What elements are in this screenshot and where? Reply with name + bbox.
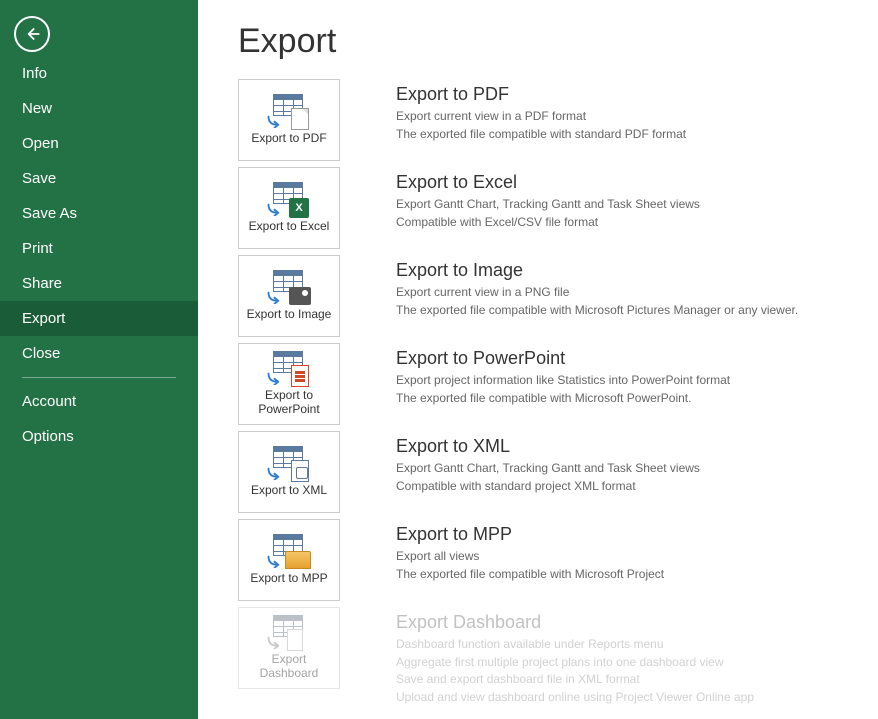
tile-label: Export to PDF [251,132,326,146]
option-detail: Export to MPP Export all views The expor… [396,519,664,583]
nav-new[interactable]: New [0,91,198,126]
nav-export[interactable]: Export [0,301,198,336]
nav-save[interactable]: Save [0,161,198,196]
export-excel-icon: X [267,182,311,218]
nav-print[interactable]: Print [0,231,198,266]
option-line: Dashboard function available under Repor… [396,636,754,653]
nav-open[interactable]: Open [0,126,198,161]
export-mpp-icon [267,534,311,570]
option-title: Export to Image [396,259,798,282]
option-detail: Export to PDF Export current view in a P… [396,79,686,143]
option-detail: Export to PowerPoint Export project info… [396,343,730,407]
tile-label: Export to Image [247,308,332,322]
option-line: Aggregate first multiple project plans i… [396,654,754,671]
nav-info[interactable]: Info [0,56,198,91]
nav-account[interactable]: Account [0,384,198,419]
nav-close[interactable]: Close [0,336,198,371]
option-detail: Export to XML Export Gantt Chart, Tracki… [396,431,700,495]
page-title: Export [238,22,848,61]
export-powerpoint-icon [267,351,311,387]
main-panel: Export Export to PDF Export to PDF Expor… [198,0,878,719]
option-export-powerpoint: Export to PowerPoint Export to PowerPoin… [238,343,848,425]
option-export-excel: X Export to Excel Export to Excel Export… [238,167,848,249]
option-title: Export to PDF [396,83,686,106]
tile-label: Export to XML [251,484,327,498]
option-export-image: Export to Image Export to Image Export c… [238,255,848,337]
tile-label: Export to Excel [249,220,330,234]
option-line: The exported file compatible with Micros… [396,302,798,319]
option-title: Export to PowerPoint [396,347,730,370]
option-line: Upload and view dashboard online using P… [396,689,754,706]
back-arrow-icon [22,24,42,44]
option-line: Save and export dashboard file in XML fo… [396,671,754,688]
option-title: Export to MPP [396,523,664,546]
option-line: The exported file compatible with standa… [396,126,686,143]
tile-label: Export to MPP [250,572,327,586]
tile-export-excel[interactable]: X Export to Excel [238,167,340,249]
option-export-dashboard: Export Dashboard Export Dashboard Dashbo… [238,607,848,706]
backstage-sidebar: Info New Open Save Save As Print Share E… [0,0,198,719]
nav-options[interactable]: Options [0,419,198,454]
export-xml-icon [267,446,311,482]
option-export-xml: Export to XML Export to XML Export Gantt… [238,431,848,513]
option-line: Export Gantt Chart, Tracking Gantt and T… [396,196,700,213]
option-line: Export all views [396,548,664,565]
export-dashboard-icon [267,615,311,651]
option-export-pdf: Export to PDF Export to PDF Export curre… [238,79,848,161]
tile-label: Export Dashboard [241,653,337,681]
option-detail: Export to Excel Export Gantt Chart, Trac… [396,167,700,231]
export-image-icon [267,270,311,306]
export-pdf-icon [267,94,311,130]
option-line: Compatible with Excel/CSV file format [396,214,700,231]
option-detail: Export to Image Export current view in a… [396,255,798,319]
nav-divider [22,377,176,378]
option-title: Export to Excel [396,171,700,194]
option-line: Export project information like Statisti… [396,372,730,389]
option-line: Export current view in a PNG file [396,284,798,301]
option-title: Export to XML [396,435,700,458]
back-button[interactable] [14,16,50,52]
option-line: Compatible with standard project XML for… [396,478,700,495]
tile-export-image[interactable]: Export to Image [238,255,340,337]
tile-export-dashboard: Export Dashboard [238,607,340,689]
option-title: Export Dashboard [396,611,754,634]
nav-save-as[interactable]: Save As [0,196,198,231]
tile-export-powerpoint[interactable]: Export to PowerPoint [238,343,340,425]
option-export-mpp: Export to MPP Export to MPP Export all v… [238,519,848,601]
option-line: The exported file compatible with Micros… [396,566,664,583]
option-detail: Export Dashboard Dashboard function avai… [396,607,754,706]
tile-export-xml[interactable]: Export to XML [238,431,340,513]
nav-share[interactable]: Share [0,266,198,301]
tile-export-pdf[interactable]: Export to PDF [238,79,340,161]
tile-export-mpp[interactable]: Export to MPP [238,519,340,601]
option-line: Export current view in a PDF format [396,108,686,125]
tile-label: Export to PowerPoint [241,389,337,417]
option-line: Export Gantt Chart, Tracking Gantt and T… [396,460,700,477]
option-line: The exported file compatible with Micros… [396,390,730,407]
